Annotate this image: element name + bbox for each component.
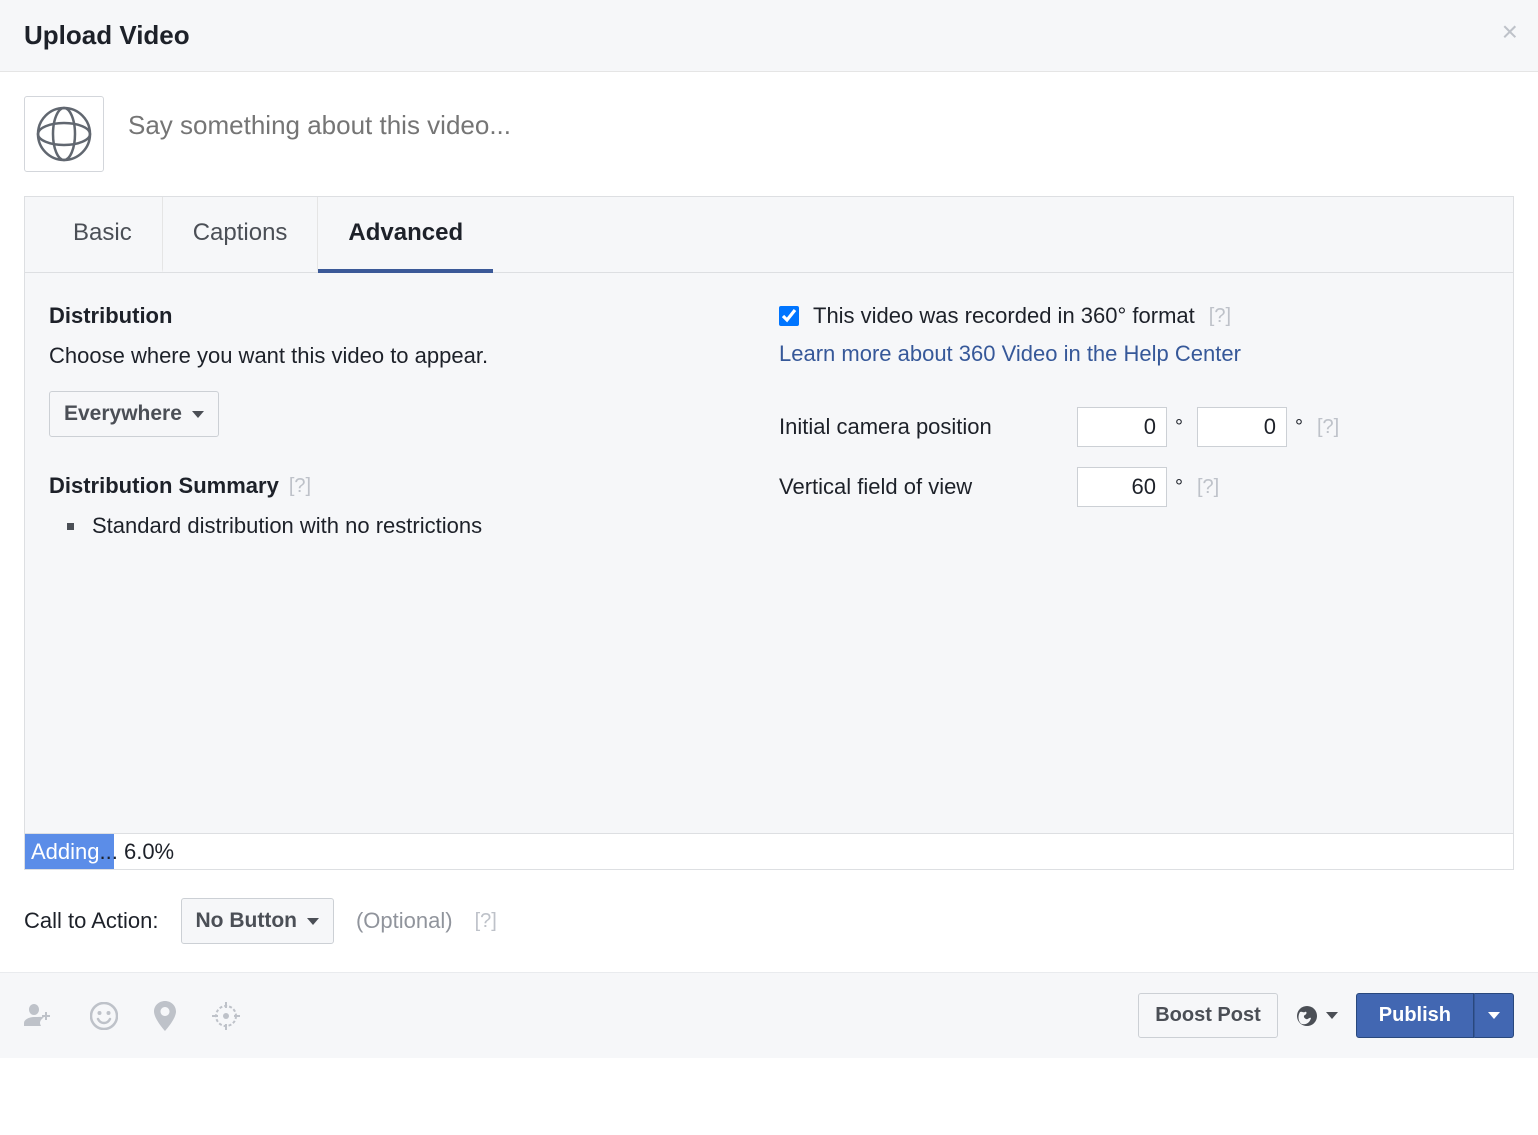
cta-optional-text: (Optional) — [356, 908, 453, 934]
distribution-dropdown[interactable]: Everywhere — [49, 391, 219, 437]
three-sixty-column: This video was recorded in 360° format [… — [779, 303, 1489, 823]
help-icon[interactable]: [?] — [475, 910, 497, 933]
distribution-column: Distribution Choose where you want this … — [49, 303, 759, 823]
publish-button[interactable]: Publish — [1356, 993, 1474, 1038]
publish-dropdown[interactable] — [1474, 993, 1514, 1038]
help-icon[interactable]: [?] — [1197, 476, 1219, 499]
chevron-down-icon — [1326, 1012, 1338, 1019]
chevron-down-icon — [192, 411, 204, 418]
upload-video-modal: Upload Video × Basic Captions Advanced D… — [0, 0, 1538, 1058]
fov-input[interactable] — [1077, 467, 1167, 507]
initial-camera-input-2[interactable] — [1197, 407, 1287, 447]
recorded-360-row[interactable]: This video was recorded in 360° format [… — [779, 303, 1489, 329]
composer-row — [0, 72, 1538, 196]
fov-row: Vertical field of view ° [?] — [779, 467, 1489, 507]
initial-camera-label: Initial camera position — [779, 414, 1069, 440]
fov-label: Vertical field of view — [779, 474, 1069, 500]
summary-item-text: Standard distribution with no restrictio… — [92, 513, 482, 539]
modal-title: Upload Video — [24, 20, 1514, 51]
feeling-icon[interactable] — [90, 1002, 118, 1030]
boost-post-button[interactable]: Boost Post — [1138, 993, 1278, 1038]
degree-symbol: ° — [1295, 416, 1303, 439]
initial-camera-row: Initial camera position ° ° [?] — [779, 407, 1489, 447]
tab-basic[interactable]: Basic — [43, 197, 163, 273]
tab-advanced[interactable]: Advanced — [318, 197, 493, 273]
panel-body: Distribution Choose where you want this … — [25, 273, 1513, 833]
modal-header: Upload Video × — [0, 0, 1538, 72]
tab-captions[interactable]: Captions — [163, 197, 319, 273]
degree-symbol: ° — [1175, 476, 1183, 499]
upload-progress-text: Adding... 6.0% — [25, 839, 174, 865]
call-to-action-row: Call to Action: No Button (Optional) [?] — [0, 870, 1538, 973]
publish-button-group: Publish — [1356, 993, 1514, 1038]
footer-actions: Boost Post Publish — [1138, 993, 1514, 1038]
recorded-360-label: This video was recorded in 360° format — [813, 303, 1195, 329]
targeting-icon[interactable] — [212, 1002, 240, 1030]
degree-symbol: ° — [1175, 416, 1183, 439]
cta-dropdown[interactable]: No Button — [181, 898, 334, 944]
chevron-down-icon — [1488, 1012, 1500, 1019]
recorded-360-checkbox[interactable] — [779, 306, 799, 326]
help-icon[interactable]: [?] — [289, 475, 311, 498]
distribution-dropdown-label: Everywhere — [64, 402, 182, 426]
globe-360-icon — [36, 106, 92, 162]
help-icon[interactable]: [?] — [1209, 305, 1231, 328]
distribution-desc: Choose where you want this video to appe… — [49, 343, 759, 369]
tab-bar: Basic Captions Advanced — [25, 197, 1513, 273]
initial-camera-input-1[interactable] — [1077, 407, 1167, 447]
globe-icon — [1296, 1005, 1318, 1027]
modal-footer: Boost Post Publish — [0, 973, 1538, 1058]
location-icon[interactable] — [154, 1001, 176, 1031]
summary-item: Standard distribution with no restrictio… — [49, 513, 759, 539]
cta-label: Call to Action: — [24, 908, 159, 934]
help-icon[interactable]: [?] — [1317, 416, 1339, 439]
chevron-down-icon — [307, 918, 319, 925]
close-icon[interactable]: × — [1502, 18, 1518, 46]
video-thumbnail[interactable] — [24, 96, 104, 172]
tag-people-icon[interactable] — [24, 1003, 54, 1029]
distribution-summary-list: Standard distribution with no restrictio… — [49, 513, 759, 539]
distribution-heading: Distribution — [49, 303, 759, 329]
settings-panel: Basic Captions Advanced Distribution Cho… — [24, 196, 1514, 834]
learn-more-360-link[interactable]: Learn more about 360 Video in the Help C… — [779, 341, 1489, 367]
upload-progress: Adding... 6.0% — [24, 834, 1514, 870]
footer-tools — [24, 1001, 240, 1031]
video-description-input[interactable] — [128, 96, 1514, 141]
distribution-summary-heading-text: Distribution Summary — [49, 473, 279, 499]
privacy-selector[interactable] — [1296, 1005, 1338, 1027]
distribution-summary-heading: Distribution Summary [?] — [49, 473, 759, 499]
cta-dropdown-label: No Button — [196, 909, 297, 933]
